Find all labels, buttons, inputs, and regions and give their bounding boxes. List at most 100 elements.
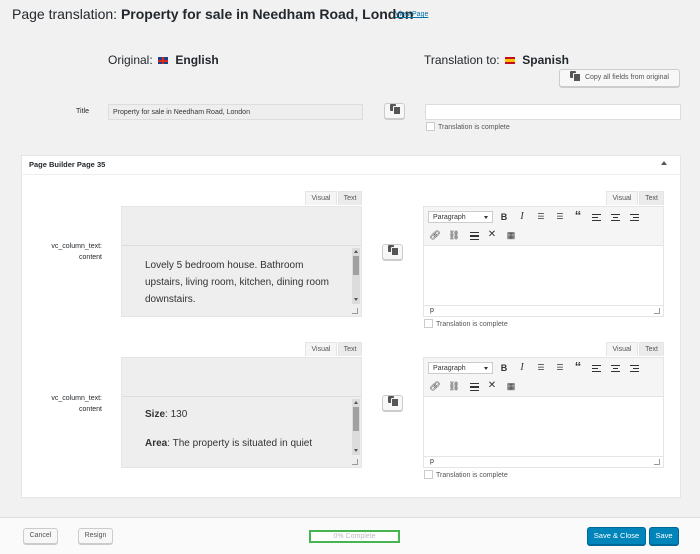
field-1-translation-content[interactable] xyxy=(424,247,663,305)
read-more-icon[interactable] xyxy=(470,383,479,391)
copy-title-button[interactable] xyxy=(384,103,405,119)
italic-icon[interactable]: I xyxy=(515,211,529,223)
field-2-original-content: Size: 130 Area: The property is situated… xyxy=(145,407,345,457)
field-1-editor-toolbar: Paragraph B I ☰ ☰ “ 🔗︎ ⛓︎ ✕ ▦ xyxy=(424,207,663,246)
scroll-thumb[interactable] xyxy=(353,407,359,431)
field-2-translation-content[interactable] xyxy=(424,398,663,456)
field-1-translation-tab-visual[interactable]: Visual xyxy=(606,191,638,205)
align-center-icon[interactable] xyxy=(611,214,620,222)
size-value: : 130 xyxy=(165,409,188,420)
numbered-list-icon[interactable]: ☰ xyxy=(553,362,567,374)
scroll-down-icon[interactable] xyxy=(354,298,358,301)
field-2-label-line2: content xyxy=(79,406,102,413)
field-1-label-line1: vc_column_text: xyxy=(51,243,102,250)
collapse-arrow-icon[interactable] xyxy=(661,161,667,165)
bold-icon[interactable]: B xyxy=(497,211,511,223)
align-center-icon[interactable] xyxy=(611,365,620,373)
field-1-original-editor: Lovely 5 bedroom house. Bathroom upstair… xyxy=(121,206,362,317)
field-2-editor-toolbar: Paragraph B I ☰ ☰ “ 🔗︎ ⛓︎ ✕ ▦ xyxy=(424,358,663,397)
field-1-original-scrollbar[interactable] xyxy=(352,248,360,304)
save-button[interactable]: Save xyxy=(649,527,679,545)
original-language: English xyxy=(175,53,219,67)
cancel-button[interactable]: Cancel xyxy=(23,528,58,544)
field-2-original-tab-visual[interactable]: Visual xyxy=(305,342,337,356)
field-1-original-content: Lovely 5 bedroom house. Bathroom upstair… xyxy=(145,260,329,305)
copy-icon xyxy=(388,396,399,407)
resize-handle-icon[interactable] xyxy=(352,459,358,465)
field-1-complete-row: Translation is complete xyxy=(424,319,508,328)
bold-icon[interactable]: B xyxy=(497,362,511,374)
align-left-icon[interactable] xyxy=(592,365,601,373)
spain-flag-icon xyxy=(504,57,515,64)
field-1-original-tab-visual[interactable]: Visual xyxy=(305,191,337,205)
numbered-list-icon[interactable]: ☰ xyxy=(553,211,567,223)
copy-icon xyxy=(388,245,399,256)
toolbar-toggle-icon[interactable]: ▦ xyxy=(504,380,518,392)
unlink-icon[interactable]: ⛓︎ xyxy=(447,380,461,392)
fullscreen-icon[interactable]: ✕ xyxy=(485,380,499,392)
resize-handle-icon[interactable] xyxy=(654,459,660,465)
field-2-label: vc_column_text: content xyxy=(30,393,102,415)
blockquote-icon[interactable]: “ xyxy=(571,209,585,222)
field-2-label-line1: vc_column_text: xyxy=(51,395,102,402)
link-icon[interactable]: 🔗︎ xyxy=(428,229,442,241)
field-2-format-select[interactable]: Paragraph xyxy=(428,362,493,374)
field-2-status-bar: p xyxy=(424,456,663,467)
scroll-up-icon[interactable] xyxy=(354,250,358,253)
field-2-copy-button[interactable] xyxy=(382,395,403,411)
field-2-complete-label: Translation is complete xyxy=(436,472,508,479)
copy-all-fields-button[interactable]: Copy all fields from original xyxy=(559,69,680,87)
panel-title: Page Builder Page 35 xyxy=(29,160,106,169)
field-2-translation-tab-text[interactable]: Text xyxy=(639,342,664,356)
size-label: Size xyxy=(145,409,166,420)
save-and-close-button[interactable]: Save & Close xyxy=(587,527,646,545)
resign-button[interactable]: Resign xyxy=(78,528,113,544)
field-1-original-tab-text[interactable]: Text xyxy=(338,191,362,205)
fullscreen-icon[interactable]: ✕ xyxy=(485,229,499,241)
format-select-value: Paragraph xyxy=(433,365,466,372)
title-original-field: Property for sale in Needham Road, Londo… xyxy=(108,104,363,120)
translation-label: Translation to: xyxy=(424,53,500,67)
bulleted-list-icon[interactable]: ☰ xyxy=(534,211,548,223)
resize-handle-icon[interactable] xyxy=(654,308,660,314)
uk-flag-icon xyxy=(158,57,169,64)
field-2-original-toolbar xyxy=(122,358,361,397)
scroll-down-icon[interactable] xyxy=(354,449,358,452)
scroll-up-icon[interactable] xyxy=(354,401,358,404)
field-1-status-bar: p xyxy=(424,305,663,316)
field-2-original-editor: Size: 130 Area: The property is situated… xyxy=(121,357,362,468)
area-label: Area xyxy=(145,438,168,449)
field-2-original-scrollbar[interactable] xyxy=(352,399,360,455)
italic-icon[interactable]: I xyxy=(515,362,529,374)
link-icon[interactable]: 🔗︎ xyxy=(428,380,442,392)
read-more-icon[interactable] xyxy=(470,232,479,240)
align-left-icon[interactable] xyxy=(592,214,601,222)
field-2-original-line-1: Size: 130 xyxy=(145,407,345,423)
bulleted-list-icon[interactable]: ☰ xyxy=(534,362,548,374)
field-1-complete-checkbox[interactable] xyxy=(424,319,433,328)
toolbar-toggle-icon[interactable]: ▦ xyxy=(504,229,518,241)
field-2-complete-checkbox[interactable] xyxy=(424,470,433,479)
original-label: Original: xyxy=(108,53,153,67)
panel-divider xyxy=(21,174,681,175)
page-title-prefix: Page translation: xyxy=(12,6,121,22)
title-translation-input[interactable] xyxy=(425,104,681,120)
translation-language-heading: Translation to: Spanish xyxy=(424,53,569,67)
field-1-translation-tab-text[interactable]: Text xyxy=(639,191,664,205)
align-right-icon[interactable] xyxy=(630,214,639,222)
title-complete-checkbox[interactable] xyxy=(426,122,435,131)
field-2-translation-tab-visual[interactable]: Visual xyxy=(606,342,638,356)
blockquote-icon[interactable]: “ xyxy=(571,360,585,373)
field-1-original-toolbar xyxy=(122,207,361,246)
field-2-translation-editor: Paragraph B I ☰ ☰ “ 🔗︎ ⛓︎ ✕ ▦ p xyxy=(423,357,664,468)
view-page-link[interactable]: View Page xyxy=(395,11,428,18)
original-language-heading: Original: English xyxy=(108,53,219,67)
scroll-thumb[interactable] xyxy=(353,256,359,275)
unlink-icon[interactable]: ⛓︎ xyxy=(447,229,461,241)
field-1-format-select[interactable]: Paragraph xyxy=(428,211,493,223)
field-2-original-tab-text[interactable]: Text xyxy=(338,342,362,356)
resize-handle-icon[interactable] xyxy=(352,308,358,314)
page-title-name: Property for sale in Needham Road, Londo… xyxy=(120,6,414,22)
field-1-copy-button[interactable] xyxy=(382,244,403,260)
align-right-icon[interactable] xyxy=(630,365,639,373)
